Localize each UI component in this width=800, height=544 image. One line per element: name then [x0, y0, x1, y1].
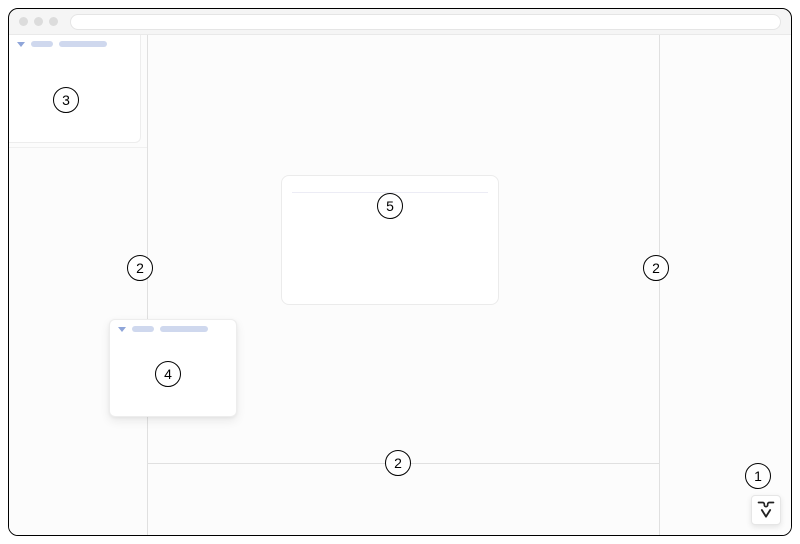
callout-marker-2-right: 2: [643, 255, 669, 281]
docked-panel-header[interactable]: [9, 35, 140, 51]
docked-panel-title-long: [59, 41, 107, 47]
page-body: 1 2 2 2 3 4 5: [9, 35, 791, 535]
floating-panel-title-short: [132, 326, 154, 332]
traffic-close-icon[interactable]: [19, 17, 28, 26]
floating-panel-header[interactable]: [110, 320, 236, 336]
docked-panel-divider: [9, 147, 147, 148]
callout-marker-3: 3: [53, 87, 79, 113]
vaadin-icon: [756, 500, 776, 520]
left-column-border: [147, 35, 148, 535]
vaadin-logo-button[interactable]: [751, 495, 781, 525]
callout-marker-2-left: 2: [127, 255, 153, 281]
callout-marker-4: 4: [155, 361, 181, 387]
traffic-max-icon[interactable]: [49, 17, 58, 26]
window-titlebar: [9, 9, 791, 35]
floating-panel-title-long: [160, 326, 208, 332]
url-bar[interactable]: [70, 14, 781, 30]
callout-marker-2-bottom: 2: [385, 450, 411, 476]
right-column-border: [659, 35, 660, 535]
disclosure-triangle-icon[interactable]: [17, 42, 25, 47]
docked-side-panel: [9, 35, 141, 143]
docked-panel-title-short: [31, 41, 53, 47]
traffic-min-icon[interactable]: [34, 17, 43, 26]
browser-window: 1 2 2 2 3 4 5: [8, 8, 792, 536]
callout-marker-1: 1: [745, 463, 771, 489]
disclosure-triangle-icon[interactable]: [118, 327, 126, 332]
callout-marker-5: 5: [377, 193, 403, 219]
